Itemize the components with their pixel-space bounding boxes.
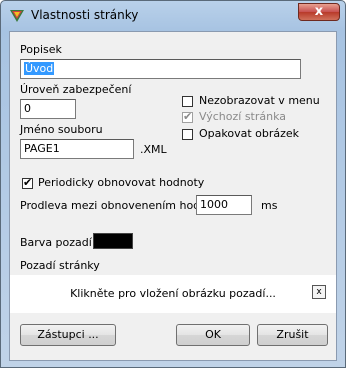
filename-label: Jméno souboru	[20, 123, 103, 136]
filename-input[interactable]: PAGE1	[20, 139, 134, 159]
interval-unit: ms	[261, 199, 278, 212]
security-label: Úroveň zabezpečení	[20, 83, 132, 96]
bg-color-label: Barva pozadí	[20, 236, 92, 249]
default-page-checkbox: ✔	[182, 110, 193, 123]
periodic-refresh-label: Periodicky obnovovat hodnoty	[38, 176, 205, 189]
hide-in-menu-checkbox[interactable]	[182, 96, 193, 107]
security-input[interactable]: 0	[20, 99, 76, 119]
filename-extension: .XML	[140, 143, 167, 156]
app-icon	[10, 10, 24, 22]
interval-input[interactable]: 1000	[196, 195, 252, 215]
description-value: Úvod	[24, 62, 55, 75]
bg-image-label: Pozadí stránky	[20, 259, 100, 272]
repeat-image-checkbox[interactable]	[182, 129, 193, 140]
shortcuts-button[interactable]: Zástupci ...	[20, 324, 116, 346]
clear-bg-image-button[interactable]: x	[312, 285, 326, 299]
bg-image-area[interactable]: Klikněte pro vložení obrázku pozadí... x	[10, 275, 336, 313]
periodic-refresh-checkbox[interactable]: ✔	[22, 176, 33, 189]
repeat-image-label: Opakovat obrázek	[199, 127, 300, 140]
check-icon: ✔	[183, 110, 193, 123]
interval-label: Prodleva mezi obnovenením hodnot	[20, 199, 219, 212]
dialog-content: Popisek Úvod Úroveň zabezpečení 0 Jméno …	[9, 31, 337, 361]
description-label: Popisek	[20, 43, 62, 56]
dialog-window: Vlastnosti stránky x Popisek Úvod Úroveň…	[0, 0, 346, 368]
description-input[interactable]: Úvod	[20, 59, 301, 79]
cancel-button[interactable]: Zrušit	[257, 324, 328, 346]
default-page-label: Výchozí stránka	[199, 110, 287, 123]
check-icon: ✔	[23, 176, 33, 189]
title-bar[interactable]: Vlastnosti stránky x	[1, 1, 345, 31]
bg-image-placeholder[interactable]: Klikněte pro vložení obrázku pozadí...	[10, 287, 336, 300]
close-button[interactable]: x	[298, 3, 340, 21]
window-title: Vlastnosti stránky	[31, 8, 139, 22]
hide-in-menu-label: Nezobrazovat v menu	[199, 94, 320, 107]
ok-button[interactable]: OK	[176, 324, 250, 346]
bg-color-swatch[interactable]	[93, 233, 133, 249]
